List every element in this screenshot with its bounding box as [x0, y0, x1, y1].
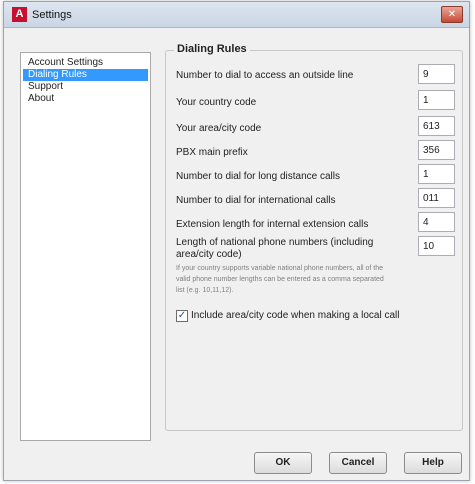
window-title: Settings [32, 9, 72, 21]
title-bar: A Settings ✕ [4, 2, 469, 28]
outside-line-input[interactable] [418, 64, 455, 84]
app-logo-icon: A [12, 7, 27, 22]
settings-nav-list: Account Settings Dialing Rules Support A… [20, 52, 151, 441]
nav-item-support[interactable]: Support [23, 81, 148, 93]
outside-line-label: Number to dial to access an outside line [176, 70, 354, 81]
ok-button[interactable]: OK [254, 452, 312, 474]
national-length-label-line2: area/city code) [176, 249, 242, 260]
close-button[interactable]: ✕ [441, 6, 463, 23]
area-code-label: Your area/city code [176, 123, 262, 134]
pbx-prefix-label: PBX main prefix [176, 147, 248, 158]
international-input[interactable] [418, 188, 455, 208]
country-code-input[interactable] [418, 90, 455, 110]
long-distance-label: Number to dial for long distance calls [176, 171, 340, 182]
country-code-label: Your country code [176, 97, 257, 108]
international-label: Number to dial for international calls [176, 195, 336, 206]
pbx-prefix-input[interactable] [418, 140, 455, 160]
extension-length-input[interactable] [418, 212, 455, 232]
national-length-input[interactable] [418, 236, 455, 256]
help-button[interactable]: Help [404, 452, 462, 474]
cancel-button[interactable]: Cancel [329, 452, 387, 474]
group-title: Dialing Rules [174, 43, 250, 55]
nav-item-dialing-rules[interactable]: Dialing Rules [23, 69, 148, 81]
extension-length-label: Extension length for internal extension … [176, 219, 369, 230]
include-area-code-checkbox[interactable]: ✓ [176, 310, 188, 322]
checkmark-icon: ✓ [177, 310, 187, 321]
nav-item-about[interactable]: About [23, 93, 148, 105]
close-icon: ✕ [447, 9, 457, 20]
nav-item-account-settings[interactable]: Account Settings [23, 57, 148, 69]
national-length-hint: If your country supports variable nation… [176, 263, 448, 296]
hint-line-2: valid phone number lengths can be entere… [176, 276, 384, 283]
long-distance-input[interactable] [418, 164, 455, 184]
area-code-input[interactable] [418, 116, 455, 136]
hint-line-3: list (e.g. 10,11,12). [176, 287, 234, 294]
include-area-code-label[interactable]: Include area/city code when making a loc… [191, 310, 399, 321]
hint-line-1: If your country supports variable nation… [176, 265, 384, 272]
